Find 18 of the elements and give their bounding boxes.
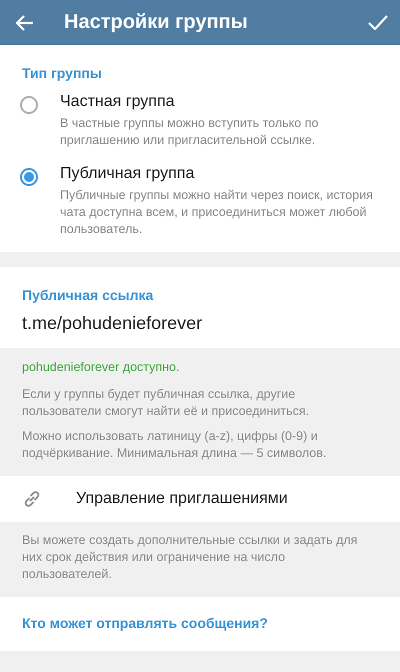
radio-button[interactable] (20, 168, 38, 186)
availability-message: pohudenieforever доступно. (22, 360, 180, 374)
link-icon (22, 489, 42, 509)
option-label[interactable]: Частная группа (60, 93, 380, 111)
link-input-field[interactable]: t.me/pohudenieforever (0, 303, 400, 348)
info-text: Вы можете создать дополнительные ссылки и задать для них срок действия или ограничение на число пользователей. (22, 532, 358, 583)
checkmark-icon[interactable] (368, 15, 388, 30)
option-label[interactable]: Публичная группа (60, 165, 380, 183)
section-heading: Публичная ссылка (21, 287, 154, 303)
info-text: Можно использовать латиницу (a-z), цифры (0-9) и подчёркивание. Минимальная длина — 5 символов. (22, 428, 328, 462)
info-text: Если у группы будет публичная ссылка, другие пользователи смогут найти её и присоединиться. (22, 386, 310, 420)
option-description: Публичные группы можно найти через поиск, история чата доступна всем, и присоединиться может любой пользователь. (60, 187, 374, 238)
screen-title: Настройки группы (64, 11, 249, 34)
back-arrow-icon[interactable] (16, 14, 34, 30)
radio-button[interactable] (20, 96, 38, 114)
option-description: В частные группы можно вступить только по приглашению или пригласительной ссылке. (60, 115, 320, 149)
invite-management-item[interactable]: Управление приглашениями (0, 476, 400, 522)
section-heading: Тип группы (21, 65, 103, 81)
